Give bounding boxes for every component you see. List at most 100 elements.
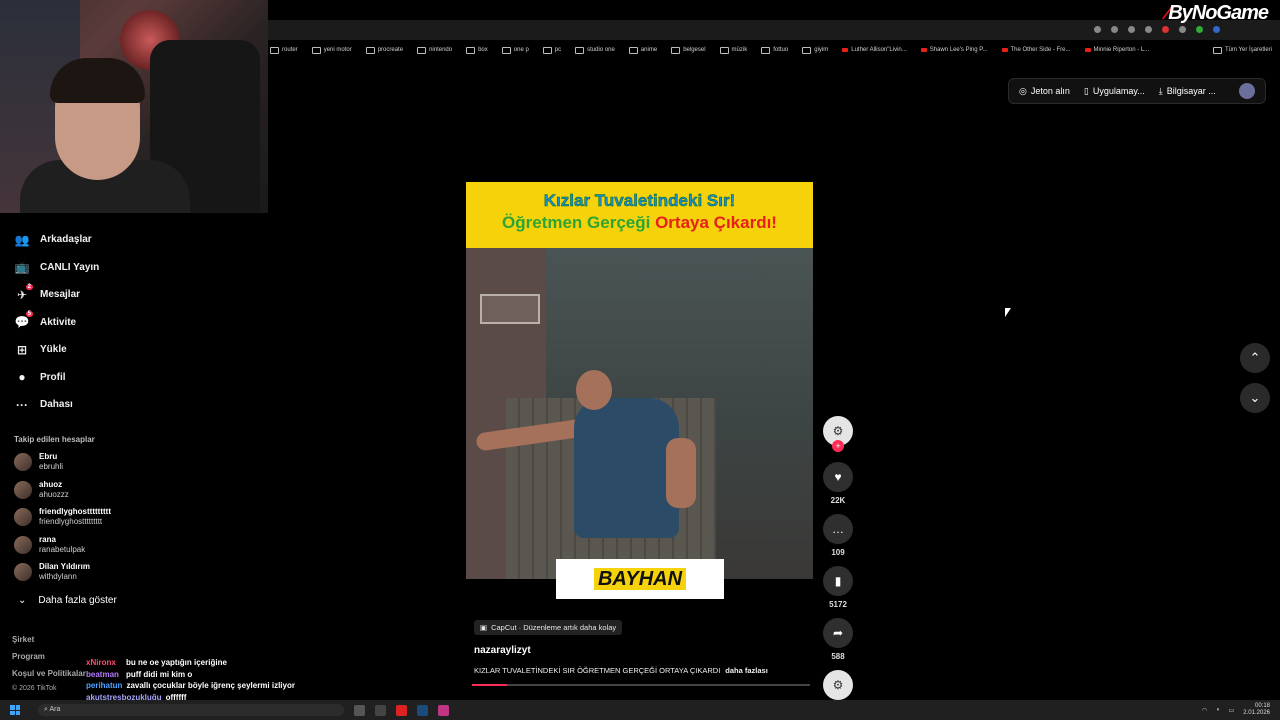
youtube-icon xyxy=(1084,48,1091,52)
like-button[interactable]: ♥ xyxy=(823,462,853,492)
bookmark-item[interactable]: one p xyxy=(501,46,529,54)
extension-icon[interactable] xyxy=(1213,26,1220,33)
sound-avatar[interactable]: ⚙ xyxy=(823,670,853,700)
bookmark-item[interactable]: fottuo xyxy=(761,46,788,54)
sidebar-item-messages[interactable]: ✈ 2 Mesajlar xyxy=(14,281,214,309)
followed-account[interactable]: Dilan Yıldırım withdylann xyxy=(14,562,90,582)
volume-icon[interactable]: ◖ xyxy=(1216,707,1220,713)
footer-terms[interactable]: Koşul ve Politikalar xyxy=(12,669,86,678)
followed-account[interactable]: friendlyghosttttttttt friendlyghosttttttt… xyxy=(14,507,111,527)
bookmark-item[interactable]: Shawn Lee's Ping P... xyxy=(920,47,988,53)
footer-program[interactable]: Program xyxy=(12,652,45,661)
messages-icon: ✈ 2 xyxy=(16,283,33,302)
chat-username: perihatun xyxy=(86,681,123,690)
get-coins-button[interactable]: ◎ Jeton alın xyxy=(1019,86,1070,97)
taskbar-clock[interactable]: 00:18 2.01.2026 xyxy=(1243,703,1270,717)
folder-icon xyxy=(270,46,279,54)
chat-username: beatman xyxy=(86,669,119,679)
download-icon: ⤓ xyxy=(1158,85,1163,96)
sidebar-item-activity[interactable]: 💬 5 Aktivite xyxy=(14,309,214,337)
youtube-icon xyxy=(1001,48,1008,52)
followed-account[interactable]: rana ranabetulpak xyxy=(14,535,85,555)
video-progress[interactable] xyxy=(472,684,810,686)
chat-username: xNironx xyxy=(86,658,116,667)
followed-account[interactable]: Ebru ebruhli xyxy=(14,452,63,472)
taskbar-app-icon[interactable] xyxy=(375,704,386,716)
bookmark-item[interactable]: Luther Allison"Livin... xyxy=(842,47,907,53)
taskbar-search[interactable]: ⌕ Ara xyxy=(38,704,344,716)
bookmark-item[interactable]: box xyxy=(466,46,488,54)
comment-button[interactable]: … xyxy=(823,514,853,544)
get-app-button[interactable]: ▯ Uygulamay... xyxy=(1084,86,1145,97)
next-video-button[interactable]: ⌄ xyxy=(1240,383,1270,413)
bookmark-item[interactable]: müzik xyxy=(719,46,747,54)
windows-start-icon[interactable] xyxy=(10,705,20,715)
folder-icon xyxy=(1212,46,1222,54)
bookmark-item[interactable]: The Other Side - Fre... xyxy=(1001,47,1071,53)
capcut-tag[interactable]: ▣ CapCut · Düzenleme artık daha kolay xyxy=(474,620,623,635)
bookmark-item[interactable]: pc xyxy=(542,46,561,54)
extension-icon[interactable] xyxy=(1179,26,1186,33)
bookmark-item[interactable]: studio one xyxy=(575,46,615,54)
phone-icon: ▯ xyxy=(1083,85,1089,96)
bookmark-item[interactable]: router xyxy=(270,46,298,54)
taskbar: ⌕ Ara ◠ ◖ ▭ 00:18 2.01.2026 xyxy=(0,700,1280,720)
video-actions: ⚙ + ♥ 22K … 109 ▮ 5172 ➦ 588 ⚙ xyxy=(822,416,854,700)
bookmark-item[interactable]: anime xyxy=(628,46,657,54)
more-icon: ··· xyxy=(16,397,28,412)
chevron-down-icon: ⌄ xyxy=(18,595,27,606)
bookmark-item[interactable]: yeni motor xyxy=(311,46,352,54)
comment-icon: … xyxy=(832,522,844,536)
sidebar-item-more[interactable]: ··· Dahası xyxy=(14,391,214,419)
extension-icon[interactable] xyxy=(1196,26,1203,33)
taskbar-app-icon[interactable] xyxy=(354,704,365,716)
instagram-icon[interactable] xyxy=(438,704,449,716)
sidebar-item-friends[interactable]: 👥 Arkadaşlar xyxy=(14,226,214,254)
author-name[interactable]: nazaraylizyt xyxy=(474,645,531,656)
show-more-button[interactable]: ⌄ Daha fazla göster xyxy=(18,595,117,606)
bookmark-item[interactable]: procreate xyxy=(365,46,403,54)
star-icon[interactable] xyxy=(1145,26,1152,33)
avatar xyxy=(14,535,32,554)
heart-icon: ♥ xyxy=(834,470,842,484)
avatar xyxy=(14,453,32,471)
bookmark-icon: ▮ xyxy=(834,574,842,588)
zoom-icon[interactable] xyxy=(1111,26,1118,33)
bookmark-item[interactable]: belgesel xyxy=(671,46,706,54)
activity-icon: 💬 5 xyxy=(14,311,33,330)
mouse-cursor xyxy=(1005,308,1011,317)
desktop-app-button[interactable]: ⤓ Bilgisayar ... xyxy=(1159,86,1216,97)
profile-avatar[interactable] xyxy=(1239,83,1255,99)
share-button[interactable]: ➦ xyxy=(823,618,853,648)
wifi-icon[interactable]: ◠ xyxy=(1202,707,1207,714)
footer-company[interactable]: Şirket xyxy=(12,635,34,644)
webcam-overlay xyxy=(0,0,268,213)
video-banner: Kızlar Tuvaletindeki Sır! Öğretmen Gerçe… xyxy=(466,182,813,248)
previous-video-button[interactable]: ⌃ xyxy=(1240,343,1270,373)
caption-more-link[interactable]: daha fazlası xyxy=(725,666,768,675)
bookmark-item[interactable]: nintendo xyxy=(417,46,452,54)
sidebar-item-profile[interactable]: ● Profil xyxy=(14,364,214,392)
folder-icon xyxy=(466,46,476,54)
chevron-up-icon: ⌃ xyxy=(1249,350,1261,365)
video-player[interactable]: Kızlar Tuvaletindeki Sır! Öğretmen Gerçe… xyxy=(466,182,813,579)
follow-plus-icon[interactable]: + xyxy=(832,440,844,452)
battery-icon[interactable]: ▭ xyxy=(1229,707,1235,714)
folder-icon xyxy=(311,46,321,54)
steam-icon[interactable] xyxy=(417,704,428,716)
taskbar-app-icon[interactable] xyxy=(396,704,407,716)
sidebar-item-live[interactable]: 📺 CANLI Yayın xyxy=(14,254,214,282)
save-button[interactable]: ▮ xyxy=(823,566,853,596)
share-icon[interactable] xyxy=(1128,26,1135,33)
profile-icon: ● xyxy=(18,370,26,385)
friends-icon: 👥 xyxy=(14,232,30,247)
followed-account[interactable]: ahuoz ahuozzz xyxy=(14,480,69,500)
avatar xyxy=(14,508,32,526)
extension-icon[interactable] xyxy=(1162,26,1169,33)
author-avatar[interactable]: ⚙ + xyxy=(823,416,853,452)
all-bookmarks[interactable]: Tüm Yer İşaretleri xyxy=(1212,46,1280,54)
bookmark-item[interactable]: giyim xyxy=(802,46,828,54)
bookmark-item[interactable]: Minnie Riperton - L... xyxy=(1084,47,1149,53)
sidebar-item-upload[interactable]: ⊞ Yükle xyxy=(14,336,214,364)
translate-icon[interactable] xyxy=(1094,26,1101,33)
